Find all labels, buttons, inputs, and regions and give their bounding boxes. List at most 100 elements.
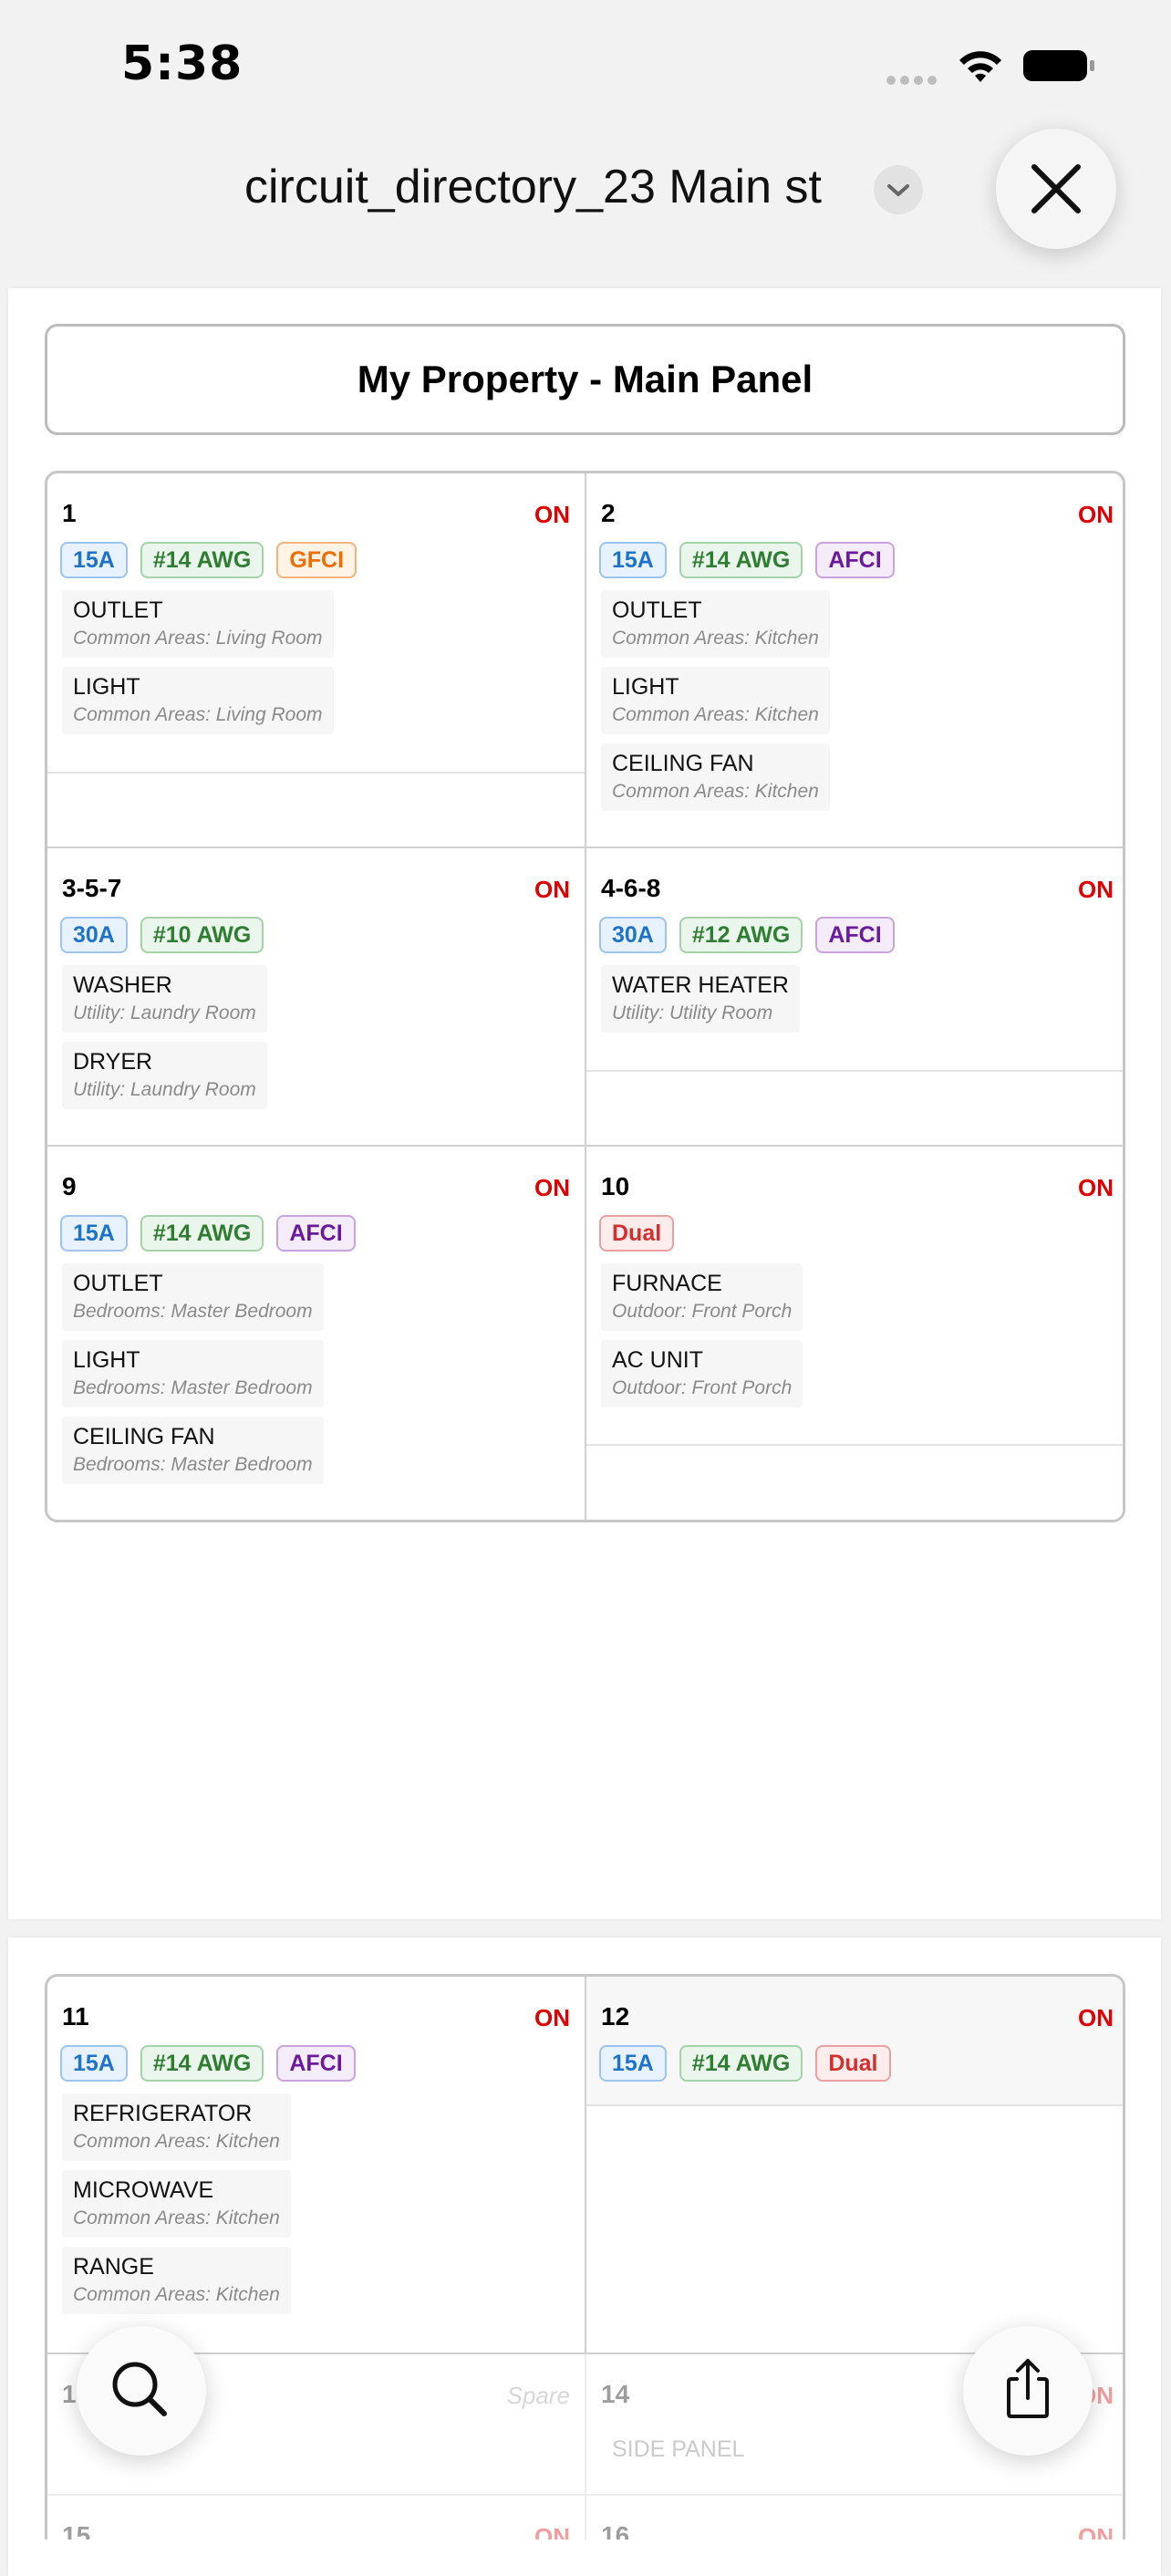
load-name: CEILING FAN [73,1424,215,1449]
load-area: Common Areas: Kitchen [612,628,819,649]
load-item[interactable]: LIGHT Common Areas: Kitchen [601,667,830,734]
status-time: 5:38 [121,36,244,91]
load-name: MICROWAVE [73,2177,214,2203]
load-area: Common Areas: Kitchen [73,2207,280,2228]
load-item[interactable]: CEILING FAN Bedrooms: Master Bedroom [62,1417,324,1484]
circuit-cell[interactable]: 4-6-8 ON 30A #12 AWG AFCI WATER HEATER Utility… [586,848,1123,1147]
dual-badge: Dual [815,2045,891,2082]
load-item[interactable]: FURNACE Outdoor: Front Porch [601,1263,803,1331]
badge-row: 30A #10 AWG [60,917,264,953]
amp-badge: 15A [599,2045,667,2082]
circuit-grid-page-1: 1 ON 15A #14 AWG GFCI OUTLET Common Areas: Liv… [45,471,1125,1522]
load-item[interactable]: WASHER Utility: Laundry Room [62,965,267,1033]
search-button[interactable] [77,2326,206,2456]
badge-row: 30A #12 AWG AFCI [599,917,895,953]
load-area: Utility: Laundry Room [73,1079,256,1100]
load-name: AC UNIT [612,1347,703,1373]
load-area: Common Areas: Kitchen [73,2131,280,2152]
load-item[interactable]: REFRIGERATOR Common Areas: Kitchen [62,2093,291,2161]
circuit-cell[interactable]: 2 ON 15A #14 AWG AFCI OUTLET Common Areas: Kit… [586,473,1123,848]
circuit-state: ON [1078,876,1114,903]
load-area: Outdoor: Front Porch [612,1301,793,1322]
battery-icon [1023,50,1094,81]
status-bar: 5:38 [0,0,1171,119]
afci-badge: AFCI [276,1215,356,1252]
circuit-cell[interactable]: 9 ON 15A #14 AWG AFCI OUTLET Bedrooms: Master … [47,1147,586,1520]
circuit-cell[interactable]: 12 ON 15A #14 AWG Dual [586,1977,1123,2354]
dual-badge: Dual [599,1215,675,1252]
share-button[interactable] [963,2326,1093,2456]
signal-dots-icon [886,73,941,85]
search-icon [112,2362,167,2416]
load-name: LIGHT [73,1347,140,1373]
load-name: OUTLET [612,597,702,623]
circuit-state: ON [1078,501,1114,528]
load-item[interactable]: WATER HEATER Utility: Utility Room [601,965,800,1033]
circuit-number: 4-6-8 [601,874,661,902]
load-area: Common Areas: Kitchen [73,2284,280,2305]
circuit-number: 2 [601,499,616,527]
circuit-number: 12 [601,2002,630,2031]
circuit-cell[interactable]: 1 ON 15A #14 AWG GFCI OUTLET Common Areas: Liv… [47,473,586,848]
circuit-state: ON [534,2004,570,2031]
badge-row: 15A #14 AWG AFCI [60,1215,356,1252]
load-name: CEILING FAN [612,751,754,776]
load-item[interactable]: CEILING FAN Common Areas: Kitchen [601,743,830,811]
load-area: Common Areas: Kitchen [612,704,819,725]
circuit-cell[interactable]: 16 ON [586,2496,1123,2540]
load-item[interactable]: AC UNIT Outdoor: Front Porch [601,1340,803,1407]
circuit-number: 14 [601,2380,630,2408]
circuit-state: ON [534,501,570,528]
gfci-badge: GFCI [276,542,358,578]
load-area: Utility: Utility Room [612,1002,773,1023]
circuit-cell[interactable]: 3-5-7 ON 30A #10 AWG WASHER Utility: Laundry … [47,848,586,1147]
afci-badge: AFCI [815,542,895,578]
document-title[interactable]: circuit_directory_23 Main st [244,160,822,214]
load-area: Common Areas: Kitchen [612,781,819,802]
awg-badge: #14 AWG [140,2045,264,2082]
circuit-state: ON [534,876,570,903]
load-area: Bedrooms: Master Bedroom [73,1454,313,1475]
circuit-cell[interactable]: 10 ON Dual FURNACE Outdoor: Front Porch AC UN… [586,1147,1123,1520]
circuit-state: ON [534,2523,570,2540]
circuit-number: 9 [62,1172,77,1200]
awg-badge: #10 AWG [140,917,264,953]
load-item[interactable]: OUTLET Bedrooms: Master Bedroom [62,1263,324,1331]
share-icon [1007,2359,1049,2418]
load-item[interactable]: RANGE Common Areas: Kitchen [62,2247,291,2314]
load-item[interactable]: LIGHT Common Areas: Living Room [62,667,334,734]
awg-badge: #14 AWG [679,542,803,578]
title-dropdown-button[interactable] [874,165,923,214]
load-item[interactable]: LIGHT Bedrooms: Master Bedroom [62,1340,324,1407]
circuit-cell[interactable]: 15 ON [47,2496,586,2540]
load-item[interactable]: DRYER Utility: Laundry Room [62,1042,267,1109]
load-area: Utility: Laundry Room [73,1002,256,1023]
load-item[interactable]: OUTLET Common Areas: Kitchen [601,590,830,658]
badge-row: 15A #14 AWG Dual [599,2045,891,2082]
circuit-state: ON [1078,2004,1114,2031]
close-icon [1031,164,1081,213]
load-area: Outdoor: Front Porch [612,1377,793,1398]
load-name: WASHER [73,972,172,998]
circuit-cell[interactable]: 11 ON 15A #14 AWG AFCI REFRIGERATOR Common Are… [47,1977,586,2354]
amp-badge: 15A [599,542,667,578]
amp-badge: 30A [60,917,128,953]
load-name: SIDE PANEL [612,2436,745,2462]
awg-badge: #14 AWG [140,542,264,578]
load-name: FURNACE [612,1271,722,1296]
load-name: DRYER [73,1049,153,1075]
load-item[interactable]: SIDE PANEL [601,2429,755,2469]
load-item[interactable]: OUTLET Common Areas: Living Room [62,590,334,658]
load-name: LIGHT [73,674,140,700]
load-name: LIGHT [612,674,679,700]
circuit-number: 11 [62,2002,89,2031]
circuit-number: 3-5-7 [62,874,122,902]
afci-badge: AFCI [815,917,895,953]
circuit-state: ON [1078,2523,1114,2540]
circuit-state: ON [1078,1174,1114,1201]
close-button[interactable] [996,129,1116,249]
circuit-number: 1 [62,499,77,527]
load-area: Common Areas: Living Room [73,704,323,725]
load-name: OUTLET [73,597,163,623]
load-item[interactable]: MICROWAVE Common Areas: Kitchen [62,2170,291,2238]
